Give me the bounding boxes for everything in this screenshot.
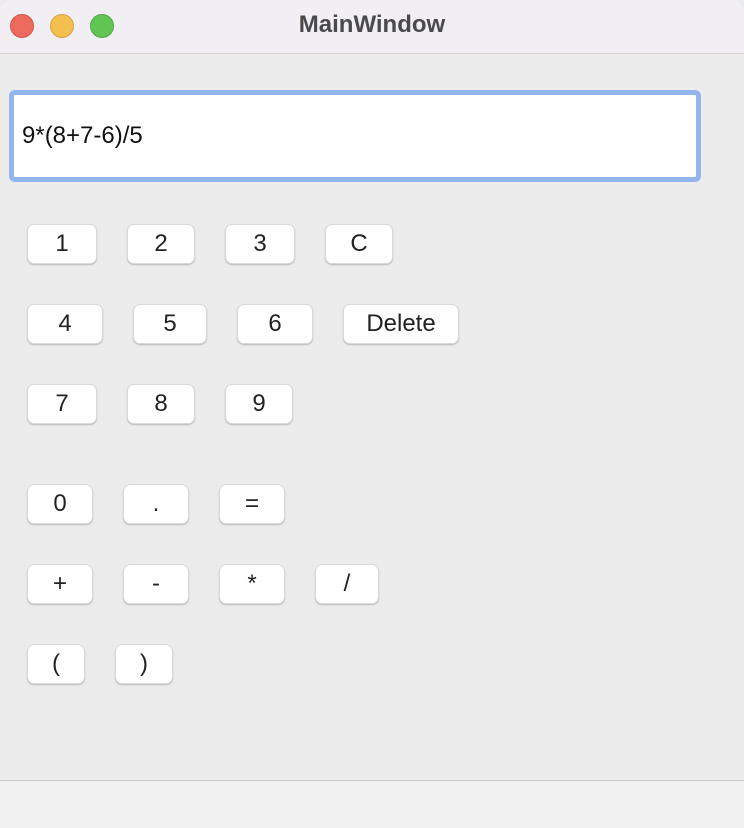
digit-2-button[interactable]: 2 xyxy=(127,224,195,264)
clear-button[interactable]: C xyxy=(325,224,393,264)
divide-button[interactable]: / xyxy=(315,564,379,604)
right-paren-button[interactable]: ) xyxy=(115,644,173,684)
digit-8-button[interactable]: 8 xyxy=(127,384,195,424)
main-window: MainWindow 9*(8+7-6)/5 1 2 3 C 4 5 6 Del… xyxy=(0,0,744,828)
digit-3-button[interactable]: 3 xyxy=(225,224,295,264)
digit-7-button[interactable]: 7 xyxy=(27,384,97,424)
minus-button[interactable]: - xyxy=(123,564,189,604)
digit-4-button[interactable]: 4 xyxy=(27,304,103,344)
digit-6-button[interactable]: 6 xyxy=(237,304,313,344)
digit-1-button[interactable]: 1 xyxy=(27,224,97,264)
delete-button[interactable]: Delete xyxy=(343,304,459,344)
left-paren-button[interactable]: ( xyxy=(27,644,85,684)
plus-button[interactable]: + xyxy=(27,564,93,604)
status-bar xyxy=(0,780,744,828)
equals-button[interactable]: = xyxy=(219,484,285,524)
expression-display-input[interactable]: 9*(8+7-6)/5 xyxy=(9,90,701,182)
title-bar[interactable]: MainWindow xyxy=(0,0,744,54)
digit-5-button[interactable]: 5 xyxy=(133,304,207,344)
decimal-point-button[interactable]: . xyxy=(123,484,189,524)
digit-0-button[interactable]: 0 xyxy=(27,484,93,524)
digit-9-button[interactable]: 9 xyxy=(225,384,293,424)
multiply-button[interactable]: * xyxy=(219,564,285,604)
window-title: MainWindow xyxy=(298,11,446,38)
